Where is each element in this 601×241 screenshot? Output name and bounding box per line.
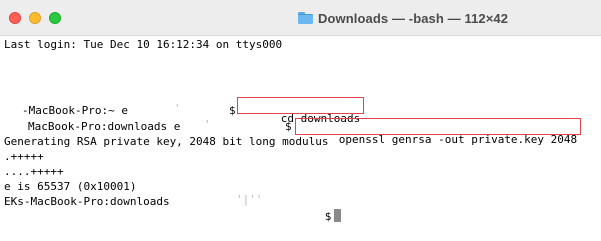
terminal-window: Downloads — -bash — 112×42 Last login: T… (0, 0, 601, 241)
last-login-line: Last login: Tue Dec 10 16:12:34 on ttys0… (4, 38, 283, 51)
title-bar[interactable]: Downloads — -bash — 112×42 (0, 0, 601, 36)
window-title-group: Downloads — -bash — 112×42 (298, 9, 508, 27)
prompt-line-2-redacted: ' (204, 118, 211, 131)
command-highlight-cd: cd downloads (237, 97, 365, 125)
prompt-line-3-redacted: '|'' (236, 193, 263, 206)
prompt-line-3-symbol: $ (324, 210, 332, 223)
folder-icon (298, 12, 313, 24)
output-progress-1: .+++++ (4, 150, 44, 163)
terminal-output[interactable]: Last login: Tue Dec 10 16:12:34 on ttys0… (4, 36, 601, 241)
close-window-button[interactable] (9, 12, 21, 24)
prompt-line-3-symbol-and-cursor[interactable]: $ (285, 194, 342, 223)
text-cursor (334, 209, 342, 222)
output-exponent: e is 65537 (0x10001) (4, 180, 137, 193)
output-progress-2: ....+++++ (4, 165, 64, 178)
zoom-window-button[interactable] (49, 12, 61, 24)
prompt-line-1-redacted: ' (174, 102, 181, 115)
minimize-window-button[interactable] (29, 12, 41, 24)
output-generating: Generating RSA private key, 2048 bit lon… (4, 135, 329, 148)
command-openssl-genrsa: openssl genrsa -out private.key 2048 (338, 133, 578, 146)
prompt-line-1-host: -MacBook-Pro:~ e (22, 104, 128, 117)
prompt-line-3-host: EKs-MacBook-Pro:downloads (4, 195, 170, 208)
prompt-line-2-host: MacBook-Pro:downloads e (28, 120, 181, 133)
window-title: Downloads — -bash — 112×42 (318, 10, 509, 26)
prompt-line-2-symbol: $ (285, 120, 292, 133)
command-highlight-openssl: openssl genrsa -out private.key 2048 (295, 118, 582, 146)
prompt-line-1-symbol: $ (229, 104, 236, 117)
